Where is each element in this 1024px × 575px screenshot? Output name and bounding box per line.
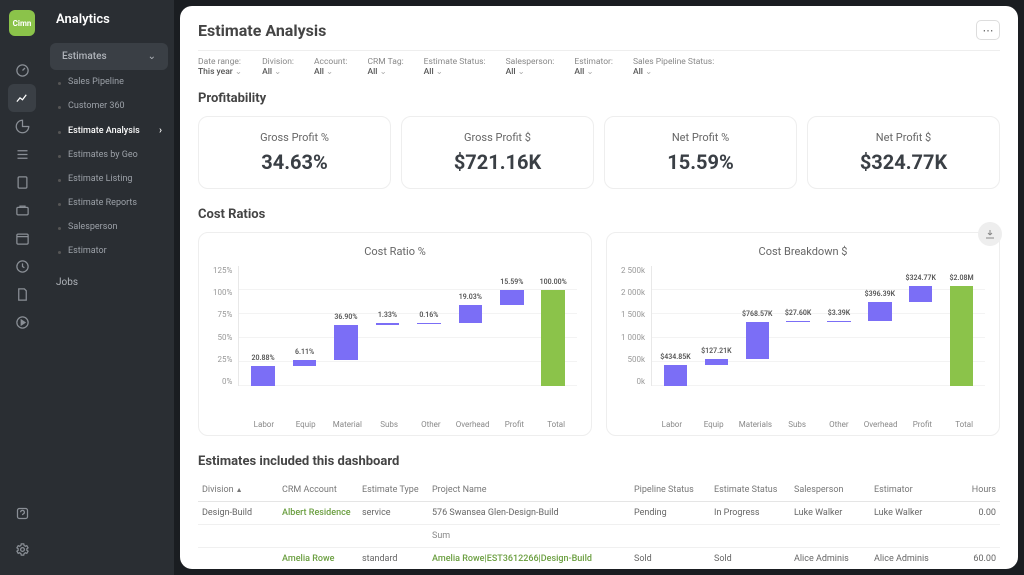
chart-1: Cost Breakdown $2 500k2 000k1 500k1 000k… <box>606 232 1000 436</box>
nav-estimate-analysis[interactable]: Estimate Analysis› <box>44 118 174 143</box>
page-title: Estimate Analysis <box>198 21 326 40</box>
pie-icon[interactable] <box>8 112 36 140</box>
filter-3[interactable]: CRM Tag:All <box>367 57 403 77</box>
sidebar: Analytics Estimates⌄ Sales Pipeline Cust… <box>44 0 174 575</box>
nav-estimate-reports[interactable]: Estimate Reports <box>44 191 174 215</box>
kpi-2: Net Profit %15.59% <box>604 116 797 189</box>
table-row: Sum <box>198 525 1000 548</box>
chart-0: Cost Ratio %125%100%75%50%25%0%20.88%6.1… <box>198 232 592 436</box>
th-6[interactable]: Salesperson <box>790 485 870 495</box>
filter-0[interactable]: Date range:This year <box>198 57 242 77</box>
calendar-icon[interactable] <box>8 224 36 252</box>
filter-1[interactable]: Division:All <box>262 57 294 77</box>
filter-6[interactable]: Estimator:All <box>574 57 613 77</box>
table-row: Design-BuildAlbert Residenceservice576 S… <box>198 502 1000 525</box>
kpi-3: Net Profit $$324.77K <box>807 116 1000 189</box>
kpi-1: Gross Profit $$721.16K <box>401 116 594 189</box>
filter-4[interactable]: Estimate Status:All <box>424 57 486 77</box>
play-icon[interactable] <box>8 308 36 336</box>
main-content: Estimate Analysis ⋯ Date range:This year… <box>180 6 1018 569</box>
chevron-down-icon: ⌄ <box>148 51 156 62</box>
settings-icon[interactable] <box>8 535 36 563</box>
download-icon[interactable] <box>978 222 1002 246</box>
help-icon[interactable] <box>8 499 36 527</box>
nav-jobs[interactable]: Jobs <box>44 269 174 296</box>
th-1[interactable]: CRM Account <box>278 485 358 495</box>
th-0[interactable]: Division▲ <box>198 485 278 495</box>
th-3[interactable]: Project Name <box>428 485 630 495</box>
briefcase-icon[interactable] <box>8 196 36 224</box>
nav-sales-pipeline[interactable]: Sales Pipeline <box>44 70 174 94</box>
filter-7[interactable]: Sales Pipeline Status:All <box>633 57 714 77</box>
table-row: Amelia RowestandardAmelia Rowe|EST361226… <box>198 548 1000 569</box>
nav-estimator[interactable]: Estimator <box>44 239 174 263</box>
nav-estimates-by-geo[interactable]: Estimates by Geo <box>44 143 174 167</box>
dashboard-icon[interactable] <box>8 56 36 84</box>
table-title: Estimates included this dashboard <box>198 454 1000 469</box>
chevron-right-icon: › <box>159 125 162 136</box>
sidebar-title: Analytics <box>44 12 174 43</box>
cost-ratios-title: Cost Ratios <box>198 207 1000 222</box>
th-4[interactable]: Pipeline Status <box>630 485 710 495</box>
th-5[interactable]: Estimate Status <box>710 485 790 495</box>
analytics-icon[interactable] <box>8 84 36 112</box>
th-7[interactable]: Estimator <box>870 485 950 495</box>
filter-5[interactable]: Salesperson:All <box>506 57 555 77</box>
nav-customer-360[interactable]: Customer 360 <box>44 94 174 118</box>
th-8[interactable]: Hours <box>950 485 1000 495</box>
clock-icon[interactable] <box>8 252 36 280</box>
profitability-title: Profitability <box>198 91 1000 106</box>
th-2[interactable]: Estimate Type <box>358 485 428 495</box>
file-icon[interactable] <box>8 280 36 308</box>
filter-2[interactable]: Account:All <box>314 57 348 77</box>
nav-estimate-listing[interactable]: Estimate Listing <box>44 167 174 191</box>
nav-salesperson[interactable]: Salesperson <box>44 215 174 239</box>
filter-bar: Date range:This year Division:All Account:… <box>198 50 1000 77</box>
estimates-table: Division▲CRM AccountEstimate TypeProject… <box>198 479 1000 569</box>
brand-logo: Cimn <box>9 10 35 36</box>
icon-rail: Cimn <box>0 0 44 575</box>
kpi-0: Gross Profit %34.63% <box>198 116 391 189</box>
doc-icon[interactable] <box>8 168 36 196</box>
nav-group-estimates[interactable]: Estimates⌄ <box>50 43 168 70</box>
more-button[interactable]: ⋯ <box>976 20 1000 40</box>
list-icon[interactable] <box>8 140 36 168</box>
